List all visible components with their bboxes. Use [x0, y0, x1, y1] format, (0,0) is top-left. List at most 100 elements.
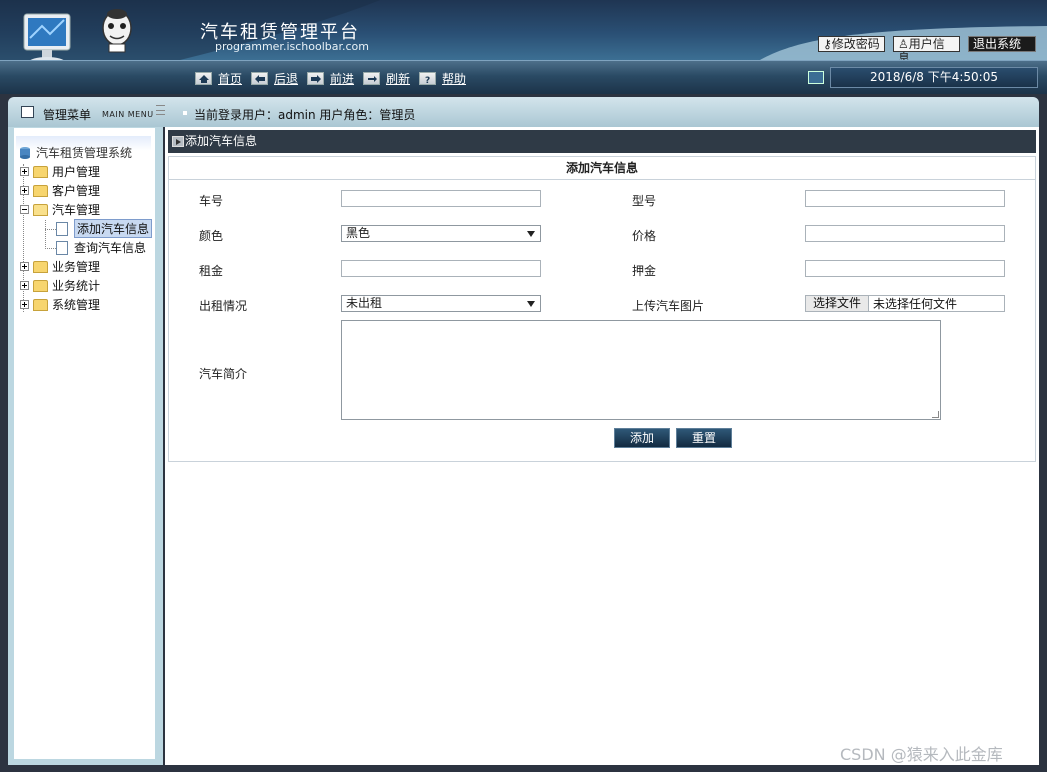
sidebar-panel: 汽车租赁管理系统 用户管理 客户管理 汽车管理 添加汽车信息 查询汽车信息 业务… [14, 128, 155, 759]
car-intro-textarea[interactable] [341, 320, 941, 420]
dropdown-caret-icon [527, 231, 535, 237]
rent-input[interactable] [341, 260, 541, 277]
monitor-logo-icon [23, 13, 71, 60]
sidebar-item-customer-management[interactable]: 客户管理 [20, 182, 100, 199]
help-icon: ? [419, 71, 436, 85]
color-label: 颜色 [199, 229, 224, 243]
sidebar-item-query-car[interactable]: 查询汽车信息 [56, 239, 146, 256]
nav-home-link[interactable]: 首页 [195, 70, 242, 86]
sidebar-item-label: 业务统计 [52, 279, 101, 293]
upload-image-label: 上传汽车图片 [632, 299, 705, 313]
menu-title-en: MAIN MENU [102, 110, 154, 119]
mascot-logo-icon [102, 9, 132, 53]
expand-icon[interactable] [20, 300, 29, 309]
rent-label: 租金 [199, 264, 224, 278]
sidebar-item-label: 业务管理 [52, 260, 101, 274]
deposit-input[interactable] [805, 260, 1005, 277]
refresh-icon [363, 71, 380, 85]
section-title: 添加汽车信息 [185, 134, 258, 148]
folder-icon [33, 279, 48, 292]
rental-status-select-value: 未出租 [346, 296, 383, 310]
rental-status-select[interactable]: 未出租 [341, 295, 541, 312]
back-arrow-icon [251, 71, 268, 85]
add-car-form: 添加汽车信息 车号 型号 颜色 黑色 价格 租金 押金 出租情况 未出租 上传汽… [168, 156, 1036, 462]
forward-arrow-icon [307, 71, 324, 85]
change-password-label: 修改密码 [831, 37, 880, 51]
app-subtitle: programmer.ischoolbar.com [215, 40, 369, 53]
add-button[interactable]: 添加 [614, 428, 670, 448]
user-icon: ♙ [898, 37, 909, 51]
tree-connector [45, 248, 56, 249]
nav-forward-link[interactable]: 前进 [307, 70, 354, 86]
sidebar-item-business-statistics[interactable]: 业务统计 [20, 277, 100, 294]
color-select[interactable]: 黑色 [341, 225, 541, 242]
menu-panel-icon [21, 106, 34, 118]
main-content: 添加汽车信息 添加汽车信息 车号 型号 颜色 黑色 价格 租金 押金 出租情况 … [165, 127, 1039, 765]
sidebar-item-system-management[interactable]: 系统管理 [20, 296, 100, 313]
menu-title: 管理菜单 [43, 108, 92, 122]
reset-button[interactable]: 重置 [676, 428, 732, 448]
folder-icon [33, 184, 48, 197]
tree-connector [45, 229, 56, 230]
expand-icon[interactable] [20, 186, 29, 195]
model-input[interactable] [805, 190, 1005, 207]
info-bar: 管理菜单 MAIN MENU 当前登录用户：admin 用户角色：管理员 [8, 97, 1039, 127]
document-icon [56, 240, 68, 255]
sidebar-item-user-management[interactable]: 用户管理 [20, 163, 100, 180]
model-label: 型号 [632, 194, 657, 208]
screen-icon [808, 71, 824, 84]
nav-help-link[interactable]: ? 帮助 [419, 70, 466, 86]
home-icon [195, 71, 212, 85]
document-icon [56, 221, 68, 236]
section-header: 添加汽车信息 [168, 130, 1036, 153]
nav-home-label: 首页 [218, 71, 243, 86]
datetime-display: 2018/6/8 下午4:50:05 [830, 67, 1038, 88]
app-header: 汽车租赁管理平台 programmer.ischoolbar.com ⚷修改密码… [0, 0, 1047, 60]
tree-connector [45, 220, 46, 249]
rental-status-label: 出租情况 [199, 299, 248, 313]
car-number-input[interactable] [341, 190, 541, 207]
login-user-info: 当前登录用户：admin 用户角色：管理员 [194, 108, 416, 122]
sidebar-item-business-management[interactable]: 业务管理 [20, 258, 100, 275]
logout-button[interactable]: 退出系统 [968, 36, 1036, 52]
dropdown-caret-icon [527, 301, 535, 307]
change-password-button[interactable]: ⚷修改密码 [818, 36, 885, 52]
sidebar-item-label: 添加汽车信息 [74, 219, 153, 238]
sidebar-item-car-management[interactable]: 汽车管理 [20, 201, 100, 218]
nav-help-label: 帮助 [442, 71, 467, 86]
price-input[interactable] [805, 225, 1005, 242]
sidebar: 汽车租赁管理系统 用户管理 客户管理 汽车管理 添加汽车信息 查询汽车信息 业务… [8, 127, 163, 765]
choose-file-button[interactable]: 选择文件 [806, 296, 870, 311]
file-status-text: 未选择任何文件 [873, 297, 958, 311]
expand-icon[interactable] [20, 167, 29, 176]
form-title: 添加汽车信息 [169, 157, 1035, 180]
tree-root-label: 汽车租赁管理系统 [36, 146, 133, 160]
sidebar-item-label: 查询汽车信息 [74, 241, 147, 255]
sidebar-item-label: 汽车管理 [52, 203, 101, 217]
watermark: CSDN @猿来入此金库 [840, 745, 1003, 764]
nav-back-label: 后退 [274, 71, 299, 86]
nav-refresh-label: 刷新 [386, 71, 411, 86]
menu-tree: 汽车租赁管理系统 用户管理 客户管理 汽车管理 添加汽车信息 查询汽车信息 业务… [16, 136, 153, 320]
sidebar-item-label: 客户管理 [52, 184, 101, 198]
nav-refresh-link[interactable]: 刷新 [363, 70, 410, 86]
sidebar-item-add-car[interactable]: 添加汽车信息 [56, 219, 153, 238]
color-select-value: 黑色 [346, 226, 371, 240]
folder-icon [33, 165, 48, 178]
menu-lines-icon[interactable] [156, 105, 165, 115]
bullet-icon [183, 111, 187, 115]
tree-root[interactable]: 汽车租赁管理系统 [18, 144, 132, 161]
car-image-file-input[interactable]: 选择文件 未选择任何文件 [805, 295, 1005, 312]
sidebar-item-label: 系统管理 [52, 298, 101, 312]
expand-icon[interactable] [20, 281, 29, 290]
play-icon [172, 136, 184, 147]
expand-icon[interactable] [20, 262, 29, 271]
folder-icon [33, 260, 48, 273]
sidebar-item-label: 用户管理 [52, 165, 101, 179]
nav-forward-label: 前进 [330, 71, 355, 86]
user-info-button[interactable]: ♙用户信息 [893, 36, 960, 60]
nav-back-link[interactable]: 后退 [251, 70, 298, 86]
collapse-icon[interactable] [20, 205, 29, 214]
header-swoosh-decoration [0, 0, 1047, 60]
nav-bar: 首页 后退 前进 刷新 ? 帮助 2018/6/8 下午4:50:05 [0, 60, 1047, 94]
